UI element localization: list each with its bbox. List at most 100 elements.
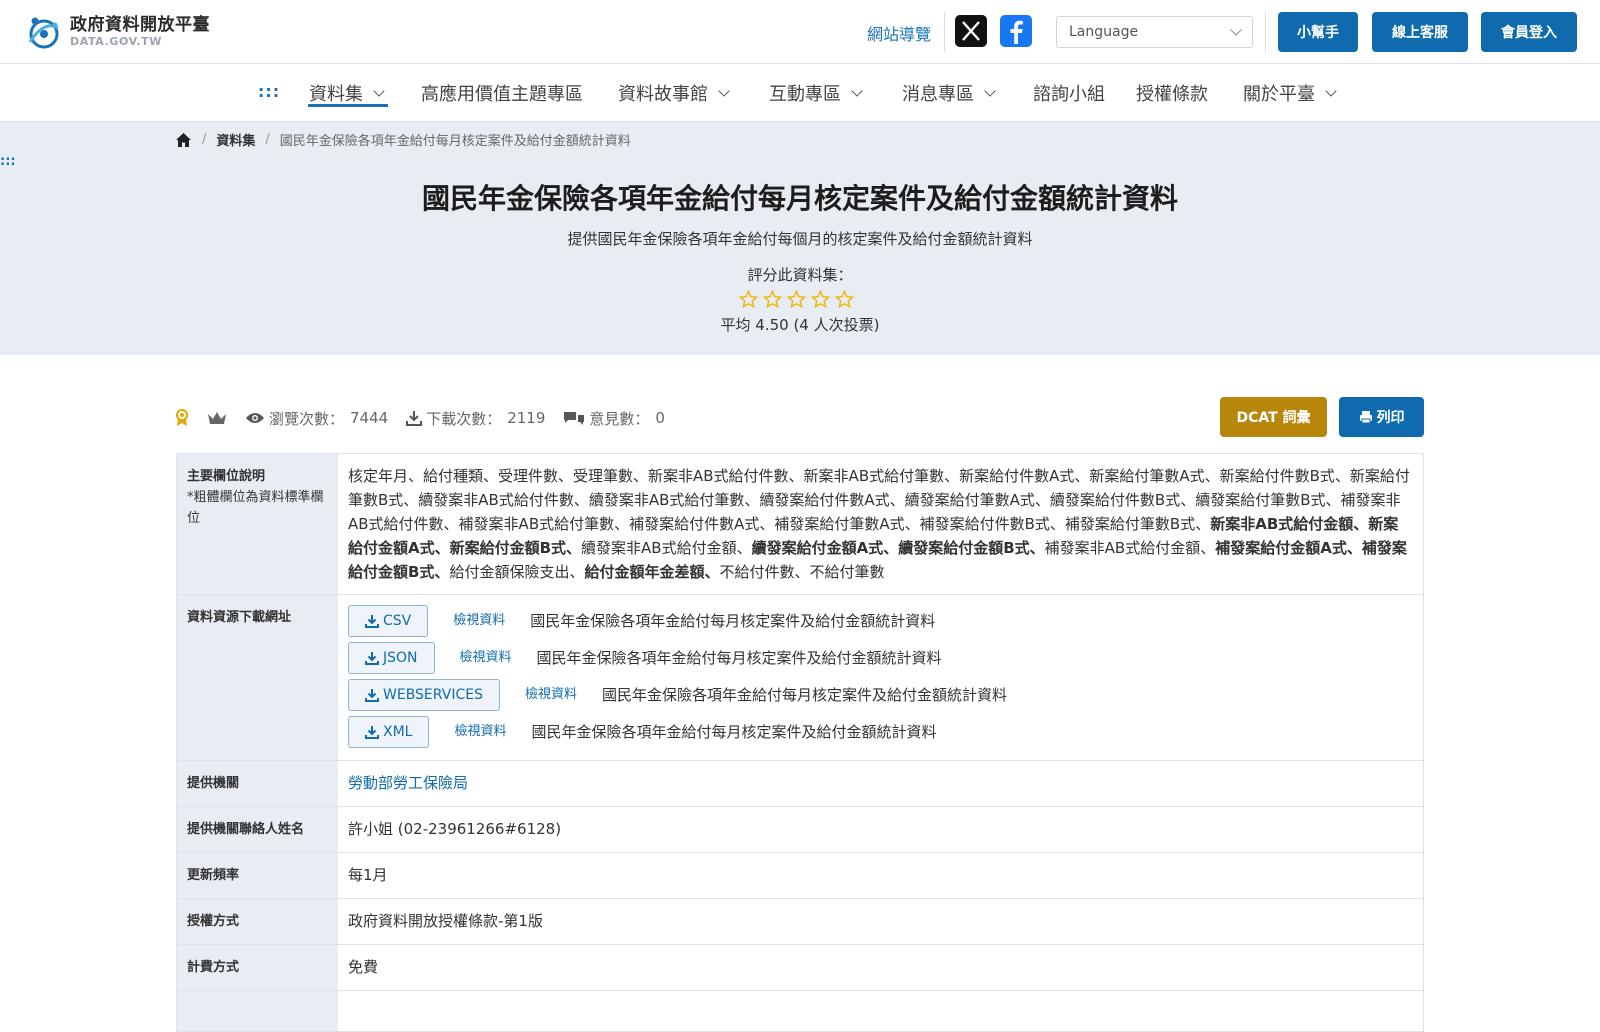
resource-name: 國民年金保險各項年金給付每月核定案件及給付金額統計資料 <box>536 649 942 667</box>
member-login-button[interactable]: 會員登入 <box>1481 12 1577 52</box>
accesskey-anchor[interactable]: ::: <box>0 154 16 169</box>
chevron-down-icon <box>851 84 863 97</box>
view-data-link[interactable]: 檢視資料 <box>453 609 505 633</box>
download-item: JSON 檢視資料 國民年金保險各項年金給付每月核定案件及給付金額統計資料 <box>348 642 1413 674</box>
average-rating: 平均 4.50 (4 人次投票) <box>720 316 880 334</box>
nav-item-high-value[interactable]: 高應用價值主題專區 <box>421 80 583 106</box>
dataset-info-table: 主要欄位說明 *粗體欄位為資料標準欄位 核定年月、給付種類、受理件數、受理筆數、… <box>176 453 1424 1032</box>
nav-item-interactive[interactable]: 互動專區 <box>769 80 863 106</box>
frequency-value: 每1月 <box>348 866 388 884</box>
download-json-button[interactable]: JSON <box>348 642 435 674</box>
comment-count-value: 0 <box>655 409 665 427</box>
print-label: 列印 <box>1376 410 1405 426</box>
helper-button[interactable]: 小幫手 <box>1278 12 1358 52</box>
view-data-link[interactable]: 檢視資料 <box>454 720 506 744</box>
language-select[interactable]: Language <box>1056 16 1253 48</box>
nav-item-news[interactable]: 消息專區 <box>902 80 996 106</box>
print-button[interactable]: 列印 <box>1339 397 1424 437</box>
comment-count: 意見數： 0 <box>563 408 665 429</box>
download-webservices-button[interactable]: WEBSERVICES <box>348 679 500 711</box>
format-label: WEBSERVICES <box>383 687 483 703</box>
sitemap-link[interactable]: 網站導覽 <box>867 21 931 45</box>
view-count: 瀏覽次數： 7444 <box>245 408 388 429</box>
nav-item-license[interactable]: 授權條款 <box>1136 80 1208 106</box>
nav-item-about[interactable]: 關於平臺 <box>1243 80 1337 106</box>
dataset-description: 提供國民年金保險各項年金給付每個月的核定案件及給付金額統計資料 <box>567 230 1033 248</box>
logo-subtitle: DATA.GOV.TW <box>70 35 162 48</box>
download-icon <box>365 689 379 702</box>
comment-count-label: 意見數： <box>589 409 650 428</box>
download-item: WEBSERVICES 檢視資料 國民年金保險各項年金給付每月核定案件及給付金額… <box>348 679 1413 711</box>
nav-label: 授權條款 <box>1136 84 1208 105</box>
nav-active-indicator <box>308 104 388 107</box>
facebook-icon[interactable] <box>1000 15 1032 47</box>
download-icon <box>365 652 379 665</box>
download-count-value: 2119 <box>507 409 546 427</box>
view-count-label: 瀏覽次數： <box>269 409 345 428</box>
row-header-frequency: 更新頻率 <box>177 853 338 898</box>
accesskey-anchor[interactable]: ::: <box>258 82 280 101</box>
star-icon[interactable] <box>787 290 806 309</box>
chevron-down-icon <box>718 84 730 97</box>
view-data-link[interactable]: 檢視資料 <box>460 646 512 670</box>
format-label: JSON <box>383 650 418 666</box>
standard-field-text: 續發案給付金額A式、續發案給付金額B式、 <box>751 539 1045 557</box>
star-icon[interactable] <box>739 290 758 309</box>
nav-label: 互動專區 <box>769 84 841 105</box>
download-item: XML 檢視資料 國民年金保險各項年金給付每月核定案件及給付金額統計資料 <box>348 716 1413 748</box>
fee-value: 免費 <box>348 958 379 976</box>
x-twitter-icon[interactable] <box>955 15 987 47</box>
star-icon[interactable] <box>835 290 854 309</box>
field-text: 給付金額保險支出、 <box>449 563 585 581</box>
rating-stars[interactable] <box>739 290 859 309</box>
star-icon[interactable] <box>811 290 830 309</box>
row-header-downloads: 資料資源下載網址 <box>177 595 338 760</box>
view-data-link[interactable]: 檢視資料 <box>525 683 577 707</box>
resource-name: 國民年金保險各項年金給付每月核定案件及給付金額統計資料 <box>531 723 937 741</box>
row-header-provider: 提供機關 <box>177 761 338 806</box>
table-row <box>177 991 1423 1031</box>
site-logo[interactable]: 政府資料開放平臺 DATA.GOV.TW <box>24 12 210 52</box>
dcat-vocabulary-button[interactable]: DCAT 詞彙 <box>1220 397 1327 437</box>
format-label: CSV <box>383 613 412 629</box>
breadcrumb-current: 國民年金保險各項年金給付每月核定案件及給付金額統計資料 <box>279 134 631 149</box>
resource-name: 國民年金保險各項年金給付每月核定案件及給付金額統計資料 <box>530 612 936 630</box>
eye-icon <box>246 413 264 423</box>
nav-label: 消息專區 <box>902 84 974 105</box>
nav-item-advisory[interactable]: 諮詢小組 <box>1033 80 1105 106</box>
download-icon <box>365 615 379 628</box>
star-icon[interactable] <box>763 290 782 309</box>
nav-item-data-stories[interactable]: 資料故事館 <box>618 80 730 106</box>
download-xml-button[interactable]: XML <box>348 716 430 748</box>
logo-title: 政府資料開放平臺 <box>70 15 210 35</box>
breadcrumb-datasets[interactable]: 資料集 <box>216 130 255 149</box>
language-placeholder: Language <box>1069 24 1139 40</box>
chevron-down-icon <box>1325 84 1337 97</box>
provider-link[interactable]: 勞動部勞工保險局 <box>348 774 468 792</box>
row-header-fee: 計費方式 <box>177 945 338 990</box>
nav-item-datasets[interactable]: 資料集 <box>309 80 385 106</box>
home-icon[interactable] <box>175 132 192 148</box>
main-fields: 核定年月、給付種類、受理件數、受理筆數、新案非AB式給付件數、新案非AB式給付筆… <box>338 454 1423 594</box>
row-header-license: 授權方式 <box>177 899 338 944</box>
logo-icon <box>28 17 59 49</box>
download-count: 下載次數： 2119 <box>406 408 545 429</box>
download-count-label: 下載次數： <box>426 409 502 428</box>
download-csv-button[interactable]: CSV <box>348 605 429 637</box>
download-icon <box>365 726 379 739</box>
page-title: 國民年金保險各項年金給付每月核定案件及給付金額統計資料 <box>421 182 1178 215</box>
comments-icon <box>564 412 585 425</box>
table-row: 主要欄位說明 *粗體欄位為資料標準欄位 核定年月、給付種類、受理件數、受理筆數、… <box>177 454 1423 595</box>
rating-label: 評分此資料集： <box>747 266 853 284</box>
provider-cell: 勞動部勞工保險局 <box>338 761 1423 806</box>
table-row: 資料資源下載網址 CSV 檢視資料 國民年金保險各項年金給付每月核定案件及給付金… <box>177 595 1423 761</box>
download-icon <box>406 411 423 426</box>
dataset-stats: 瀏覽次數： 7444 下載次數： 2119 意見數： 0 <box>175 408 683 428</box>
table-row: 計費方式 免費 <box>177 945 1423 991</box>
online-support-button[interactable]: 線上客服 <box>1372 12 1468 52</box>
format-label: XML <box>383 724 413 740</box>
nav-label: 諮詢小組 <box>1033 84 1105 105</box>
chevron-down-icon <box>373 84 385 97</box>
nav-label: 高應用價值主題專區 <box>421 84 583 105</box>
site-header: 政府資料開放平臺 DATA.GOV.TW 網站導覽 Language 小幫手 線… <box>0 0 1600 64</box>
